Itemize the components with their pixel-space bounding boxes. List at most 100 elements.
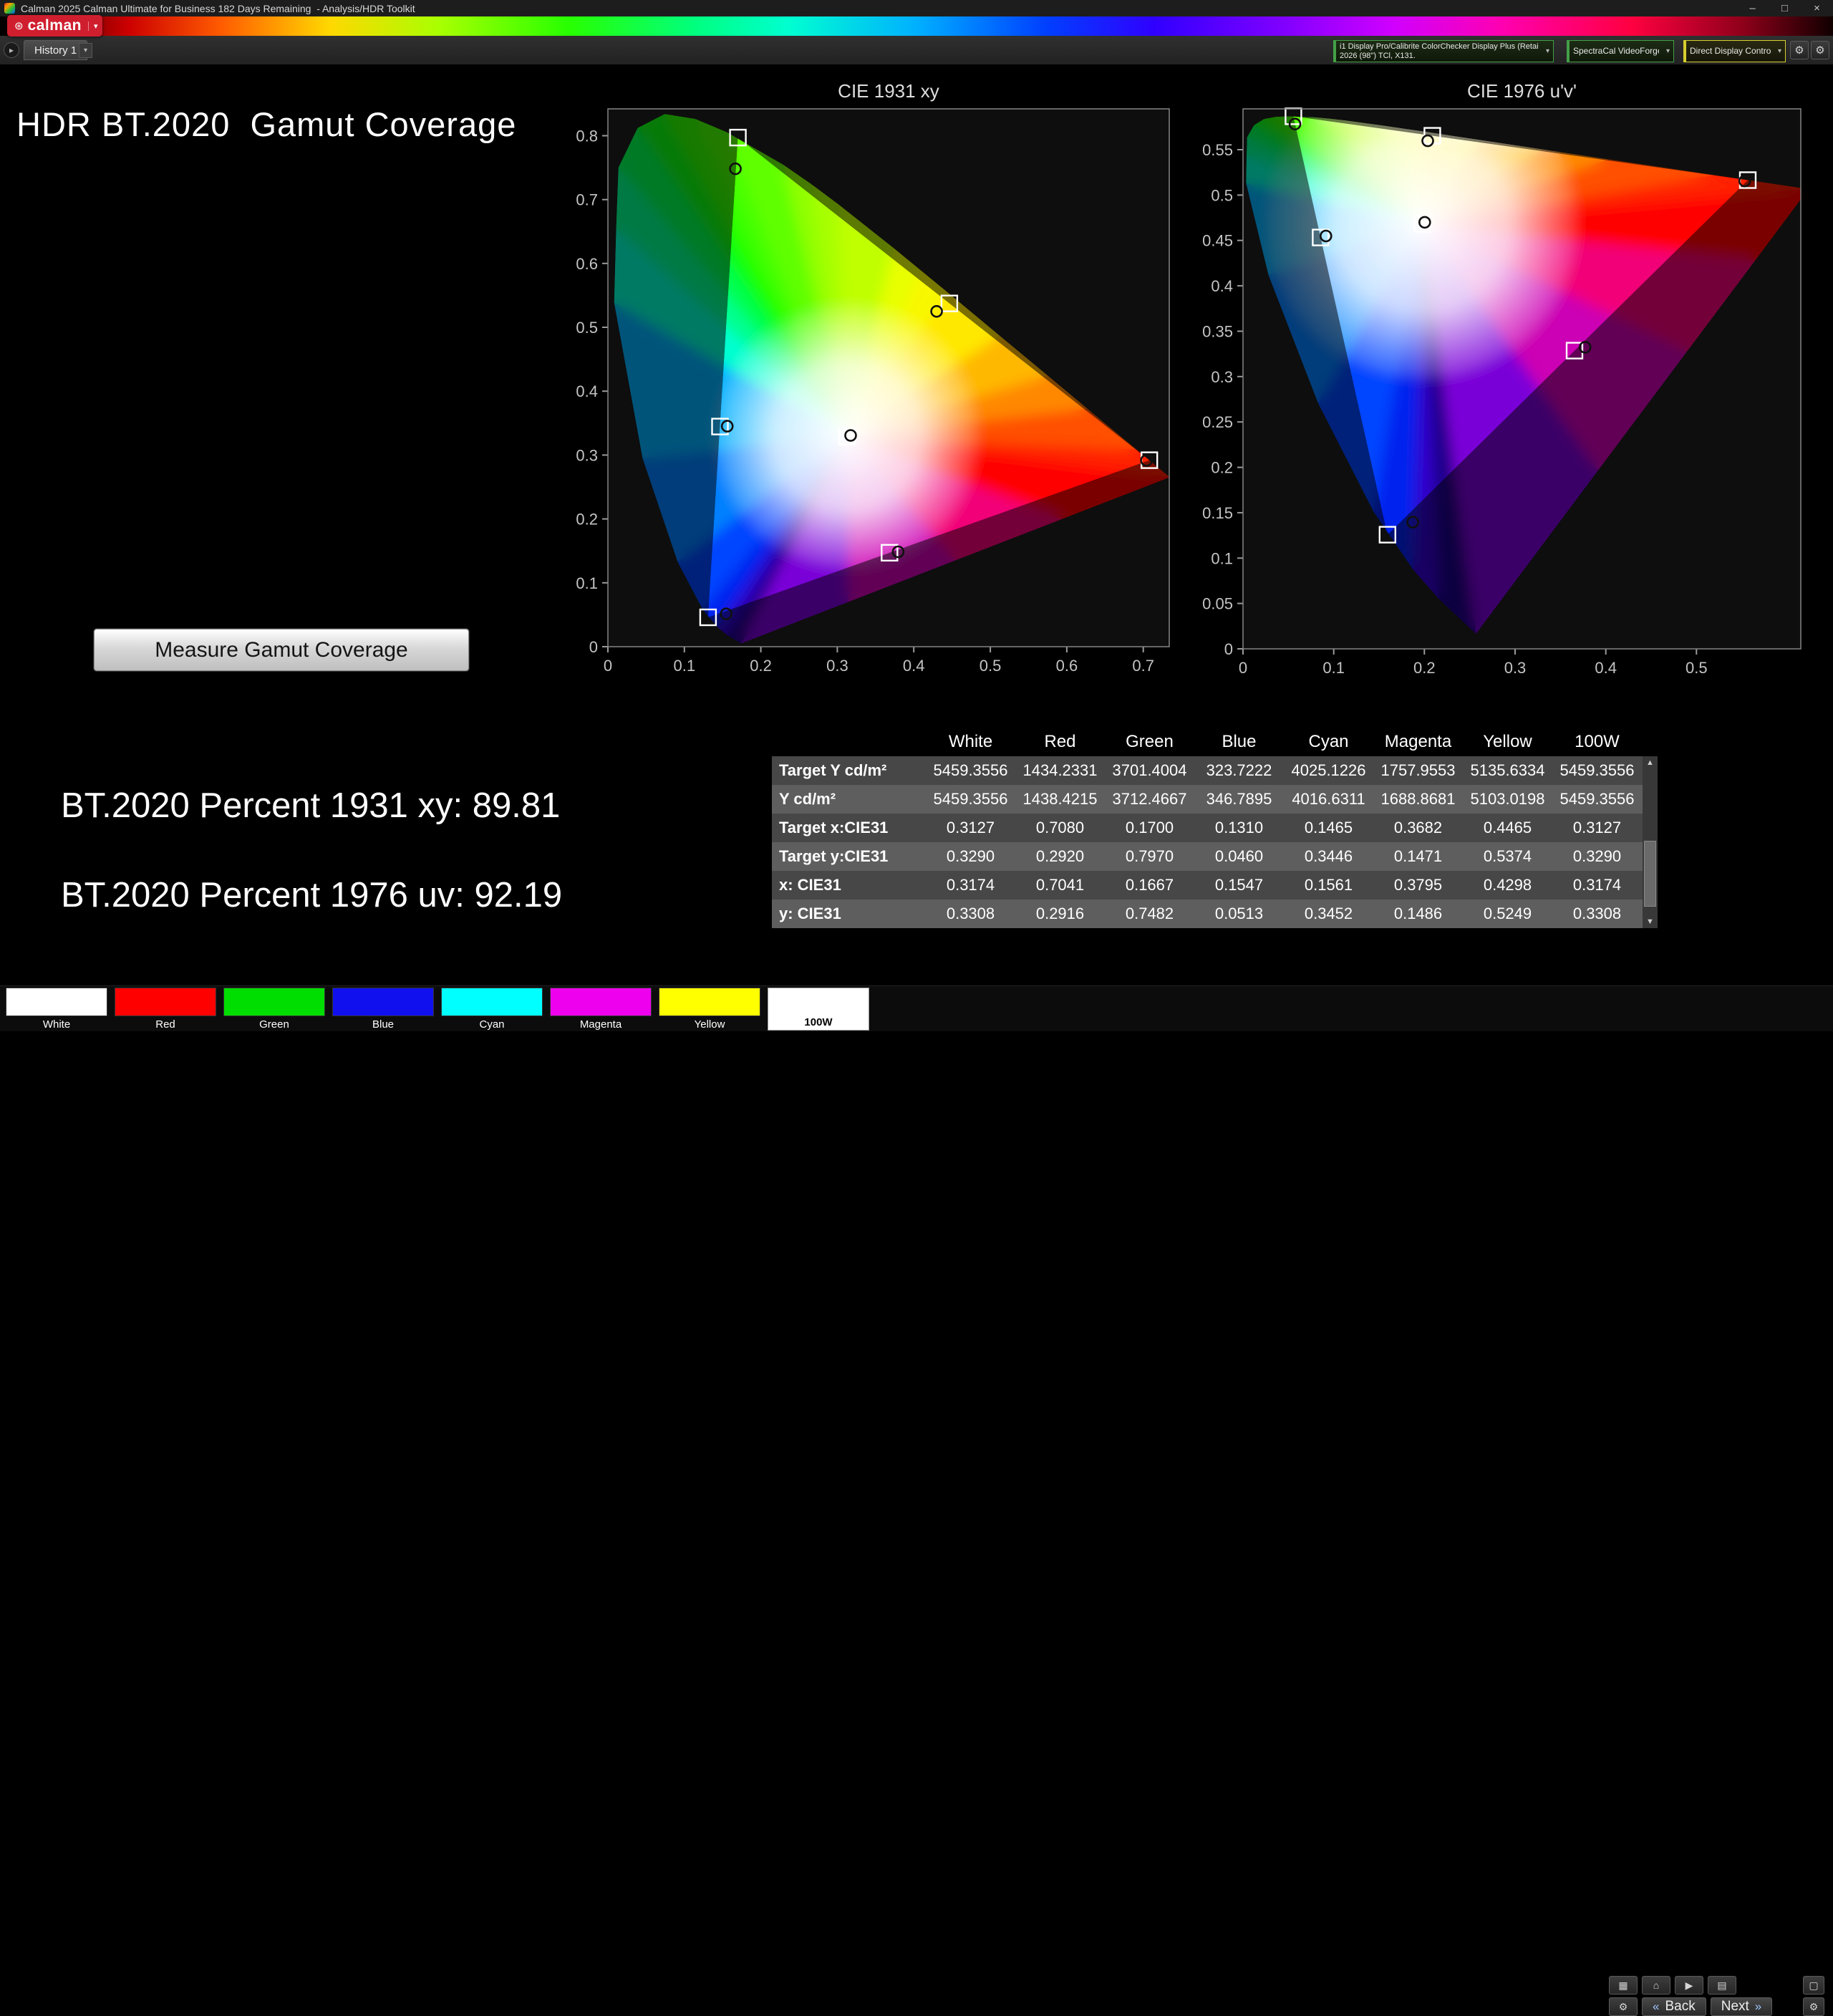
table-cell: 0.2916 [1015, 900, 1105, 928]
table-cell: 0.2920 [1015, 842, 1105, 871]
table-cell: 0.1465 [1284, 814, 1373, 842]
page-title: HDR BT.2020 Gamut Coverage [16, 105, 516, 144]
pattern-swatch-100w[interactable]: 100W [768, 988, 869, 1031]
meter-dropdown-line1: i1 Display Pro/Calibrite ColorChecker Di… [1340, 42, 1539, 52]
back-button[interactable]: « Back [1642, 1997, 1706, 2016]
svg-text:0.4: 0.4 [1211, 277, 1233, 295]
window-title: Calman 2025 Calman Ultimate for Business… [21, 3, 415, 14]
logo-menu-arrow-icon[interactable]: ▾ [88, 21, 98, 31]
scroll-up-icon[interactable]: ▲ [1643, 757, 1658, 768]
table-cell: 0.4465 [1463, 814, 1552, 842]
pattern-swatch-yellow[interactable] [659, 988, 760, 1016]
back-label: Back [1665, 1999, 1695, 2015]
next-label: Next [1721, 1999, 1749, 2015]
svg-text:0.1: 0.1 [1211, 549, 1233, 567]
chart-title: CIE 1976 u'v' [1467, 80, 1577, 102]
meter-dropdown[interactable]: i1 Display Pro/Calibrite ColorChecker Di… [1333, 40, 1554, 62]
save-button[interactable]: ▤ [1708, 1976, 1736, 1995]
minimize-button[interactable]: – [1736, 0, 1769, 16]
scrollbar-thumb[interactable] [1644, 841, 1656, 907]
pattern-swatch-label: Red [115, 1018, 216, 1031]
generator-dropdown[interactable]: SpectraCal VideoForge Pro ▾ [1567, 40, 1674, 62]
svg-text:0.1: 0.1 [576, 574, 598, 592]
svg-text:0.4: 0.4 [1595, 659, 1617, 677]
display-control-label: Direct Display Control [1690, 47, 1771, 56]
column-header-green: Green [1105, 728, 1194, 756]
tab-bar: ▸ History 1 ▾ i1 Display Pro/Calibrite C… [0, 36, 1833, 64]
pattern-swatch-cyan[interactable] [441, 988, 543, 1016]
column-header-100w: 100W [1552, 728, 1642, 756]
display-pattern-button[interactable]: ▦ [1609, 1976, 1638, 1995]
pattern-swatch-cell: Green [223, 988, 325, 1031]
svg-text:0.1: 0.1 [674, 657, 696, 675]
pattern-swatch-green[interactable] [223, 988, 325, 1016]
svg-text:0: 0 [1224, 640, 1233, 658]
table-cell: 5459.3556 [926, 756, 1015, 785]
scroll-down-icon[interactable]: ▼ [1643, 916, 1658, 927]
window-controls: – □ × [1736, 0, 1833, 16]
table-cell: 0.3127 [1552, 814, 1642, 842]
pattern-swatch-cell: 100W [768, 988, 869, 1031]
table-cell: 5459.3556 [926, 785, 1015, 814]
svg-text:0.3: 0.3 [576, 446, 598, 464]
svg-text:0.5: 0.5 [1211, 186, 1233, 204]
svg-text:0: 0 [589, 638, 598, 656]
rainbow-strip [0, 16, 1833, 36]
table-cell: 0.1486 [1373, 900, 1463, 928]
table-scrollbar[interactable]: ▲ ▼ [1643, 756, 1658, 928]
nav-settings-gear-button[interactable]: ⚙ [1609, 1997, 1638, 2016]
maximize-button[interactable]: □ [1769, 0, 1801, 16]
pattern-swatch-label: Magenta [550, 1018, 652, 1031]
next-arrows-icon: » [1755, 2000, 1761, 2014]
table-cell: 0.7080 [1015, 814, 1105, 842]
row-label: Y cd/m² [772, 785, 926, 814]
chart-title: CIE 1931 xy [838, 80, 939, 102]
table-row: y: CIE310.33080.29160.74820.05130.34520.… [772, 900, 1658, 928]
tab-history-1[interactable]: History 1 [24, 40, 87, 60]
pattern-swatch-cell: Magenta [550, 988, 652, 1031]
table-cell: 0.3446 [1284, 842, 1373, 871]
home-button[interactable]: ⌂ [1642, 1976, 1670, 1995]
play-button[interactable]: ▶ [1675, 1976, 1703, 1995]
pattern-swatch-white[interactable] [6, 988, 107, 1016]
pattern-swatch-red[interactable] [115, 988, 216, 1016]
tab-list-button[interactable]: ▾ [79, 43, 92, 58]
svg-text:0.1: 0.1 [1322, 659, 1345, 677]
pattern-swatch-label: White [6, 1018, 107, 1031]
column-header-red: Red [1015, 728, 1105, 756]
calman-logo[interactable]: ⊛ calman ▾ [7, 15, 102, 37]
window-titlebar: Calman 2025 Calman Ultimate for Business… [0, 0, 1833, 16]
table-cell: 0.3127 [926, 814, 1015, 842]
svg-text:0.35: 0.35 [1202, 323, 1233, 341]
pattern-swatch-blue[interactable] [332, 988, 434, 1016]
pattern-swatch-label: Yellow [659, 1018, 760, 1031]
bt2020-percent-1976-result: BT.2020 Percent 1976 uv: 92.19 [61, 875, 562, 915]
chevron-down-icon: ▾ [1542, 47, 1553, 55]
tab-scroll-button[interactable]: ▸ [4, 42, 19, 58]
pattern-swatch-list: WhiteRedGreenBlueCyanMagentaYellow100W [6, 988, 869, 1031]
next-button[interactable]: Next » [1711, 1997, 1773, 2016]
table-cell: 0.3682 [1373, 814, 1463, 842]
workflow-gear-button[interactable]: ⚙ [1811, 41, 1829, 59]
layout-gear-button[interactable]: ⚙ [1803, 1997, 1824, 2016]
pattern-bar: WhiteRedGreenBlueCyanMagentaYellow100W ▦… [0, 985, 1833, 1031]
window-capture-button[interactable]: ▢ [1803, 1976, 1824, 1995]
column-header-magenta: Magenta [1373, 728, 1463, 756]
pattern-swatch-magenta[interactable] [550, 988, 652, 1016]
table-cell: 0.1471 [1373, 842, 1463, 871]
measure-gamut-coverage-button[interactable]: Measure Gamut Coverage [94, 629, 469, 671]
table-cell: 0.1561 [1284, 871, 1373, 900]
svg-text:0.2: 0.2 [576, 511, 598, 529]
table-cell: 0.7482 [1105, 900, 1194, 928]
table-cell: 1438.4215 [1015, 785, 1105, 814]
back-arrows-icon: « [1653, 2000, 1659, 2014]
table-cell: 1757.9553 [1373, 756, 1463, 785]
settings-gear-button[interactable]: ⚙ [1790, 41, 1809, 59]
table-cell: 0.1700 [1105, 814, 1194, 842]
close-button[interactable]: × [1801, 0, 1833, 16]
table-cell: 0.5249 [1463, 900, 1552, 928]
display-control-dropdown[interactable]: Direct Display Control ▾ [1683, 40, 1786, 62]
table-row: x: CIE310.31740.70410.16670.15470.15610.… [772, 871, 1658, 900]
table-row: Target Y cd/m²5459.35561434.23313701.400… [772, 756, 1658, 785]
chevron-down-icon: ▾ [1663, 47, 1673, 55]
